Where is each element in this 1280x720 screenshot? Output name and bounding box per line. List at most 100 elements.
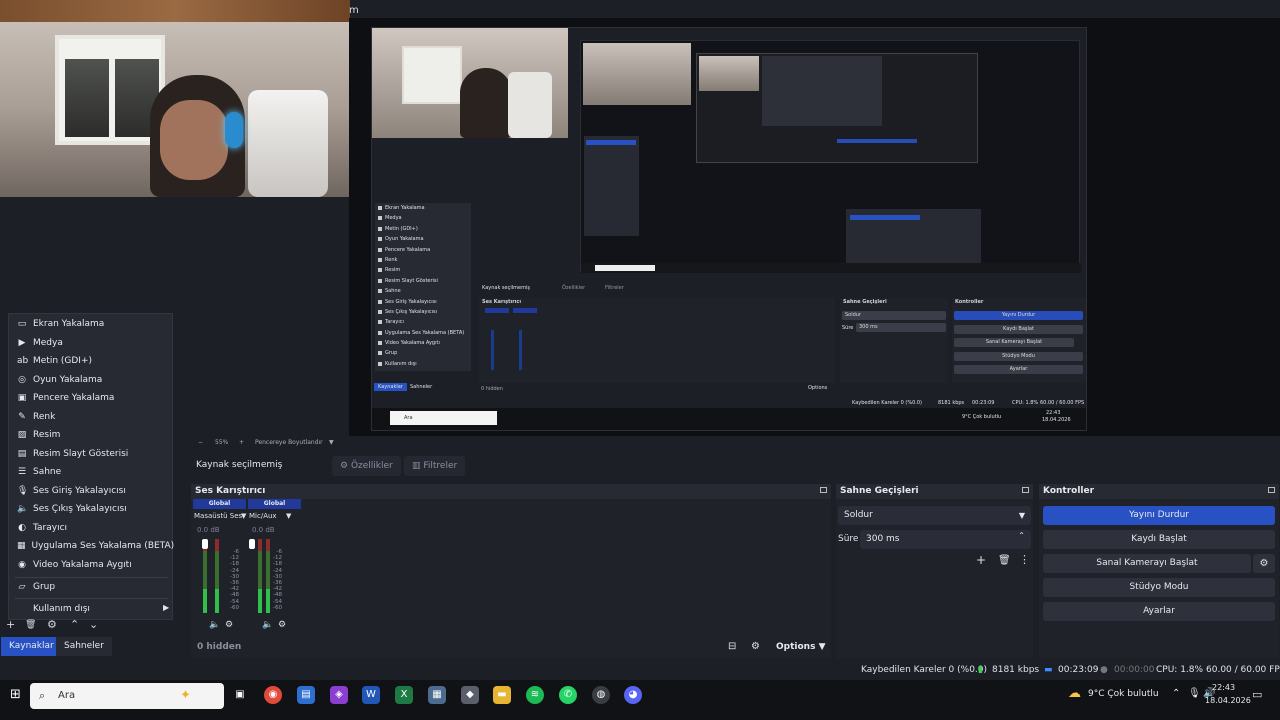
- tab-sources[interactable]: Kaynaklar: [1, 637, 62, 656]
- nested-start-record: Kaydı Başlat: [954, 325, 1083, 334]
- taskbar-search[interactable]: ⌕ Ara ✦: [30, 683, 224, 709]
- chevron-down-icon[interactable]: ▼: [286, 512, 291, 520]
- trash-icon[interactable]: 🗑: [998, 555, 1011, 566]
- add-transition-button[interactable]: +: [976, 553, 986, 567]
- tab-scenes[interactable]: Sahneler: [56, 637, 112, 656]
- nested-tab-scenes: Sahneler: [410, 384, 433, 390]
- menu-item-group[interactable]: ▱ Grup: [9, 578, 172, 596]
- clock-date[interactable]: 18.04.2026: [1205, 696, 1251, 705]
- stop-stream-button[interactable]: Yayını Durdur: [1043, 506, 1275, 525]
- settings-button[interactable]: Ayarlar: [1043, 602, 1275, 621]
- menu-item-audio-output[interactable]: 🔈 Ses Çıkış Yakalayıcısı: [9, 500, 172, 518]
- meter-mid: [203, 551, 207, 589]
- store-icon[interactable]: ▤: [297, 686, 315, 704]
- trash-icon[interactable]: 🗑: [25, 620, 36, 630]
- studio-mode-button[interactable]: Stüdyo Modu: [1043, 578, 1275, 597]
- menu-item-game-capture[interactable]: ◎ Oyun Yakalama: [9, 371, 172, 389]
- chevron-up-icon[interactable]: ⌃: [1172, 688, 1180, 699]
- move-down-button[interactable]: ⌄: [89, 618, 98, 631]
- gear-icon[interactable]: ⚙: [47, 618, 57, 631]
- filter-icon: ▥: [412, 461, 424, 471]
- transition-select[interactable]: Soldur ▼: [838, 506, 1031, 525]
- obs-icon[interactable]: ◍: [592, 686, 610, 704]
- webcam-window: [55, 35, 165, 145]
- menu-item-window-capture[interactable]: ▣ Pencere Yakalama: [9, 389, 172, 407]
- float-dock-icon[interactable]: [820, 487, 827, 493]
- nested-time: 22:43: [1046, 410, 1061, 416]
- sparkle-icon: ✦: [180, 688, 191, 703]
- windows-start-icon[interactable]: ⊞: [10, 687, 21, 702]
- spotify-icon[interactable]: ≋: [526, 686, 544, 704]
- excel-icon[interactable]: X: [395, 686, 413, 704]
- nested-menu-item: Tarayıcı: [375, 317, 471, 327]
- chevron-down-icon[interactable]: ▼: [241, 512, 246, 520]
- menu-item-image[interactable]: ▨ Resim: [9, 426, 172, 444]
- menu-item-label: Ekran Yakalama: [33, 319, 105, 329]
- menu-item-slideshow[interactable]: ▤ Resim Slayt Gösterisi: [9, 445, 172, 463]
- source-context-bar: Kaynak seçilmemiş ⚙ Özellikler ▥ Filtrel…: [190, 454, 1280, 478]
- properties-button[interactable]: ⚙ Özellikler: [332, 456, 401, 476]
- filters-button[interactable]: ▥ Filtreler: [404, 456, 466, 476]
- calculator-icon[interactable]: ▦: [428, 686, 446, 704]
- nested-meter: [491, 330, 494, 370]
- window-icon: ▣: [17, 393, 27, 403]
- nested-props-button: Özellikler: [562, 285, 586, 291]
- app-icon[interactable]: ◆: [461, 686, 479, 704]
- gear-icon[interactable]: ⚙: [751, 641, 760, 652]
- menu-item-screen-capture[interactable]: ▭ Ekran Yakalama: [9, 315, 172, 333]
- float-dock-icon[interactable]: [1022, 487, 1029, 493]
- nested-inner-menu-highlight: [586, 140, 636, 145]
- menu-item-label: Pencere Yakalama: [33, 393, 115, 403]
- channel-name[interactable]: Masaüstü Ses: [194, 512, 246, 520]
- add-source-button[interactable]: +: [6, 618, 15, 631]
- mixer-footer: 0 hidden ⊟ ⚙ Options ▼: [191, 638, 831, 658]
- settings-icon[interactable]: ⚙: [278, 620, 286, 630]
- file-explorer-icon[interactable]: ▬: [493, 686, 511, 704]
- discord-icon[interactable]: ◕: [624, 686, 642, 704]
- layout-icon[interactable]: ⊟: [728, 641, 736, 652]
- menu-item-label: Tarayıcı: [33, 522, 68, 533]
- task-view-icon[interactable]: ▣: [231, 686, 249, 704]
- nested-menu-item: Medya: [375, 213, 471, 223]
- menu-item-scene[interactable]: ☰ Sahne: [9, 463, 172, 481]
- volume-slider[interactable]: [249, 539, 255, 549]
- menu-item-video-capture[interactable]: ◉ Video Yakalama Aygıtı: [9, 556, 172, 574]
- settings-icon[interactable]: ⚙: [225, 620, 233, 630]
- menu-item-deprecated[interactable]: Kullanım dışı ▶: [9, 600, 172, 618]
- zoom-out-button[interactable]: −: [198, 439, 203, 446]
- menu-item-color[interactable]: ✎ Renk: [9, 408, 172, 426]
- duration-input[interactable]: 300 ms ⌃: [860, 530, 1031, 549]
- mixer-options-button[interactable]: Options ▼: [776, 642, 826, 652]
- virtual-camera-settings-button[interactable]: ⚙: [1253, 554, 1275, 573]
- sources-toolbar: + 🗑 ⚙ ⌃ ⌄: [0, 617, 190, 633]
- copilot-icon[interactable]: ◈: [330, 686, 348, 704]
- nested-inner-stream-btn: [850, 215, 920, 220]
- word-icon[interactable]: W: [362, 686, 380, 704]
- menu-item-audio-input[interactable]: 🎙 Ses Giriş Yakalayıcısı: [9, 482, 172, 500]
- speaker-icon[interactable]: 🔈: [209, 620, 220, 630]
- more-icon[interactable]: ⋮: [1019, 553, 1030, 566]
- fit-to-window[interactable]: Pencereye Boyutlandır: [255, 439, 323, 446]
- menu-item-text[interactable]: ab Metin (GDI+): [9, 352, 172, 370]
- menu-item-media[interactable]: ▶ Medya: [9, 334, 172, 352]
- nested-scene-trans: Sahne Geçişleri Soldur Süre 300 ms: [840, 298, 948, 383]
- speaker-icon[interactable]: 🔈: [262, 620, 273, 630]
- start-recording-button[interactable]: Kaydı Başlat: [1043, 530, 1275, 549]
- zoom-in-button[interactable]: +: [239, 439, 244, 446]
- whatsapp-icon[interactable]: ✆: [559, 686, 577, 704]
- start-virtual-camera-button[interactable]: Sanal Kamerayı Başlat: [1043, 554, 1251, 573]
- menu-item-label: Sahne: [33, 467, 62, 477]
- microphone-icon[interactable]: 🎙: [1188, 688, 1201, 699]
- clock-time[interactable]: 22:43: [1212, 683, 1235, 692]
- menu-item-browser[interactable]: ◐ Tarayıcı: [9, 519, 172, 537]
- move-up-button[interactable]: ⌃: [70, 618, 79, 631]
- volume-slider[interactable]: [202, 539, 208, 549]
- chrome-icon[interactable]: ◉: [264, 686, 282, 704]
- channel-name[interactable]: Mic/Aux: [249, 512, 301, 520]
- chevron-down-icon[interactable]: ▼: [329, 439, 334, 446]
- nested-studio-mode: Stüdyo Modu: [954, 352, 1083, 361]
- stream-icon: ▬: [1044, 665, 1053, 675]
- float-dock-icon[interactable]: [1268, 487, 1275, 493]
- menu-item-app-audio[interactable]: ▦ Uygulama Ses Yakalama (BETA): [9, 537, 174, 555]
- notification-icon[interactable]: ▭: [1252, 688, 1262, 701]
